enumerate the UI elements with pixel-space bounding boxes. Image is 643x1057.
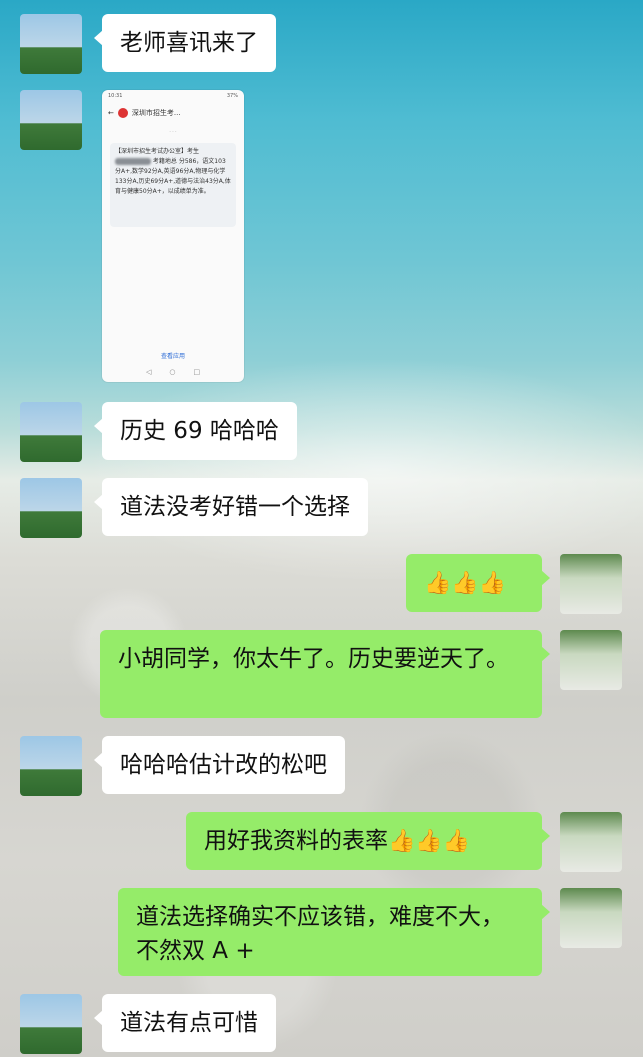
sms-body-mid: 考籍地总 [152,158,177,165]
status-battery: 37% [226,93,238,99]
sms-bottom-link: 查看应用 [160,353,185,360]
thumbs-up-icon: 👍👍👍 [424,570,507,596]
message-bubble: 老师喜讯来了 [94,14,276,72]
teacher-avatar[interactable] [560,630,622,690]
nav-recent-icon: □ [193,368,201,376]
student-avatar[interactable] [20,736,82,796]
image-message-screenshot[interactable]: 10:31 37% ← 深圳市招生考... · · · 【深圳市招生考试办公室】… [102,90,244,382]
student-avatar[interactable] [20,402,82,462]
nav-back-icon: ◁ [145,368,152,376]
message-bubble: 👍👍👍 [406,554,550,612]
message-bubble: 小胡同学，你太牛了。历史要逆天了。 [100,630,550,718]
student-avatar[interactable] [20,14,82,74]
sms-subtitle: · · · [169,130,177,135]
sms-header: ← 深圳市招生考... [102,102,244,124]
message-text: 老师喜讯来了 [120,30,258,56]
teacher-avatar[interactable] [560,812,622,872]
sms-body: 【深圳市招生考试办公室】考生 考籍地总 分586，语文103分A+,数学92分A… [110,143,236,227]
message-text: 小胡同学，你太牛了。历史要逆天了。 [118,646,509,672]
message-bubble: 道法没考好错一个选择 [94,478,368,536]
thumbs-up-icon: 👍👍👍 [388,828,471,854]
message-text: 历史 69 哈哈哈 [120,418,279,444]
sms-body-prefix: 【深圳市招生考试办公室】考生 [115,148,200,155]
message-text: 道法没考好错一个选择 [120,494,350,520]
status-time: 10:31 [108,93,123,99]
message-bubble: 历史 69 哈哈哈 [94,402,297,460]
phone-nav-bar: ◁ ○ □ [102,368,244,376]
message-text: 哈哈哈估计改的松吧 [120,752,327,778]
message-text: 用好我资料的表率 [204,828,388,854]
message-bubble: 道法选择确实不应该错，难度不大，不然双 A + [118,888,550,976]
message-bubble: 哈哈哈估计改的松吧 [94,736,345,794]
message-bubble: 用好我资料的表率👍👍👍 [186,812,550,870]
back-arrow-icon: ← [108,109,114,117]
sms-view-app-link: 查看应用 [102,351,244,360]
sms-sender: 深圳市招生考... [131,109,181,117]
student-avatar[interactable] [20,478,82,538]
student-avatar[interactable] [20,994,82,1054]
sender-logo-icon [117,108,128,118]
message-bubble: 道法有点可惜 [94,994,276,1052]
student-avatar[interactable] [20,90,82,150]
redacted-name [115,158,151,165]
nav-home-icon: ○ [169,368,176,376]
teacher-avatar[interactable] [560,554,622,614]
message-text: 道法有点可惜 [120,1010,258,1036]
message-text: 道法选择确实不应该错，难度不大，不然双 A + [136,904,504,964]
phone-status-bar: 10:31 37% [102,90,244,102]
teacher-avatar[interactable] [560,888,622,948]
